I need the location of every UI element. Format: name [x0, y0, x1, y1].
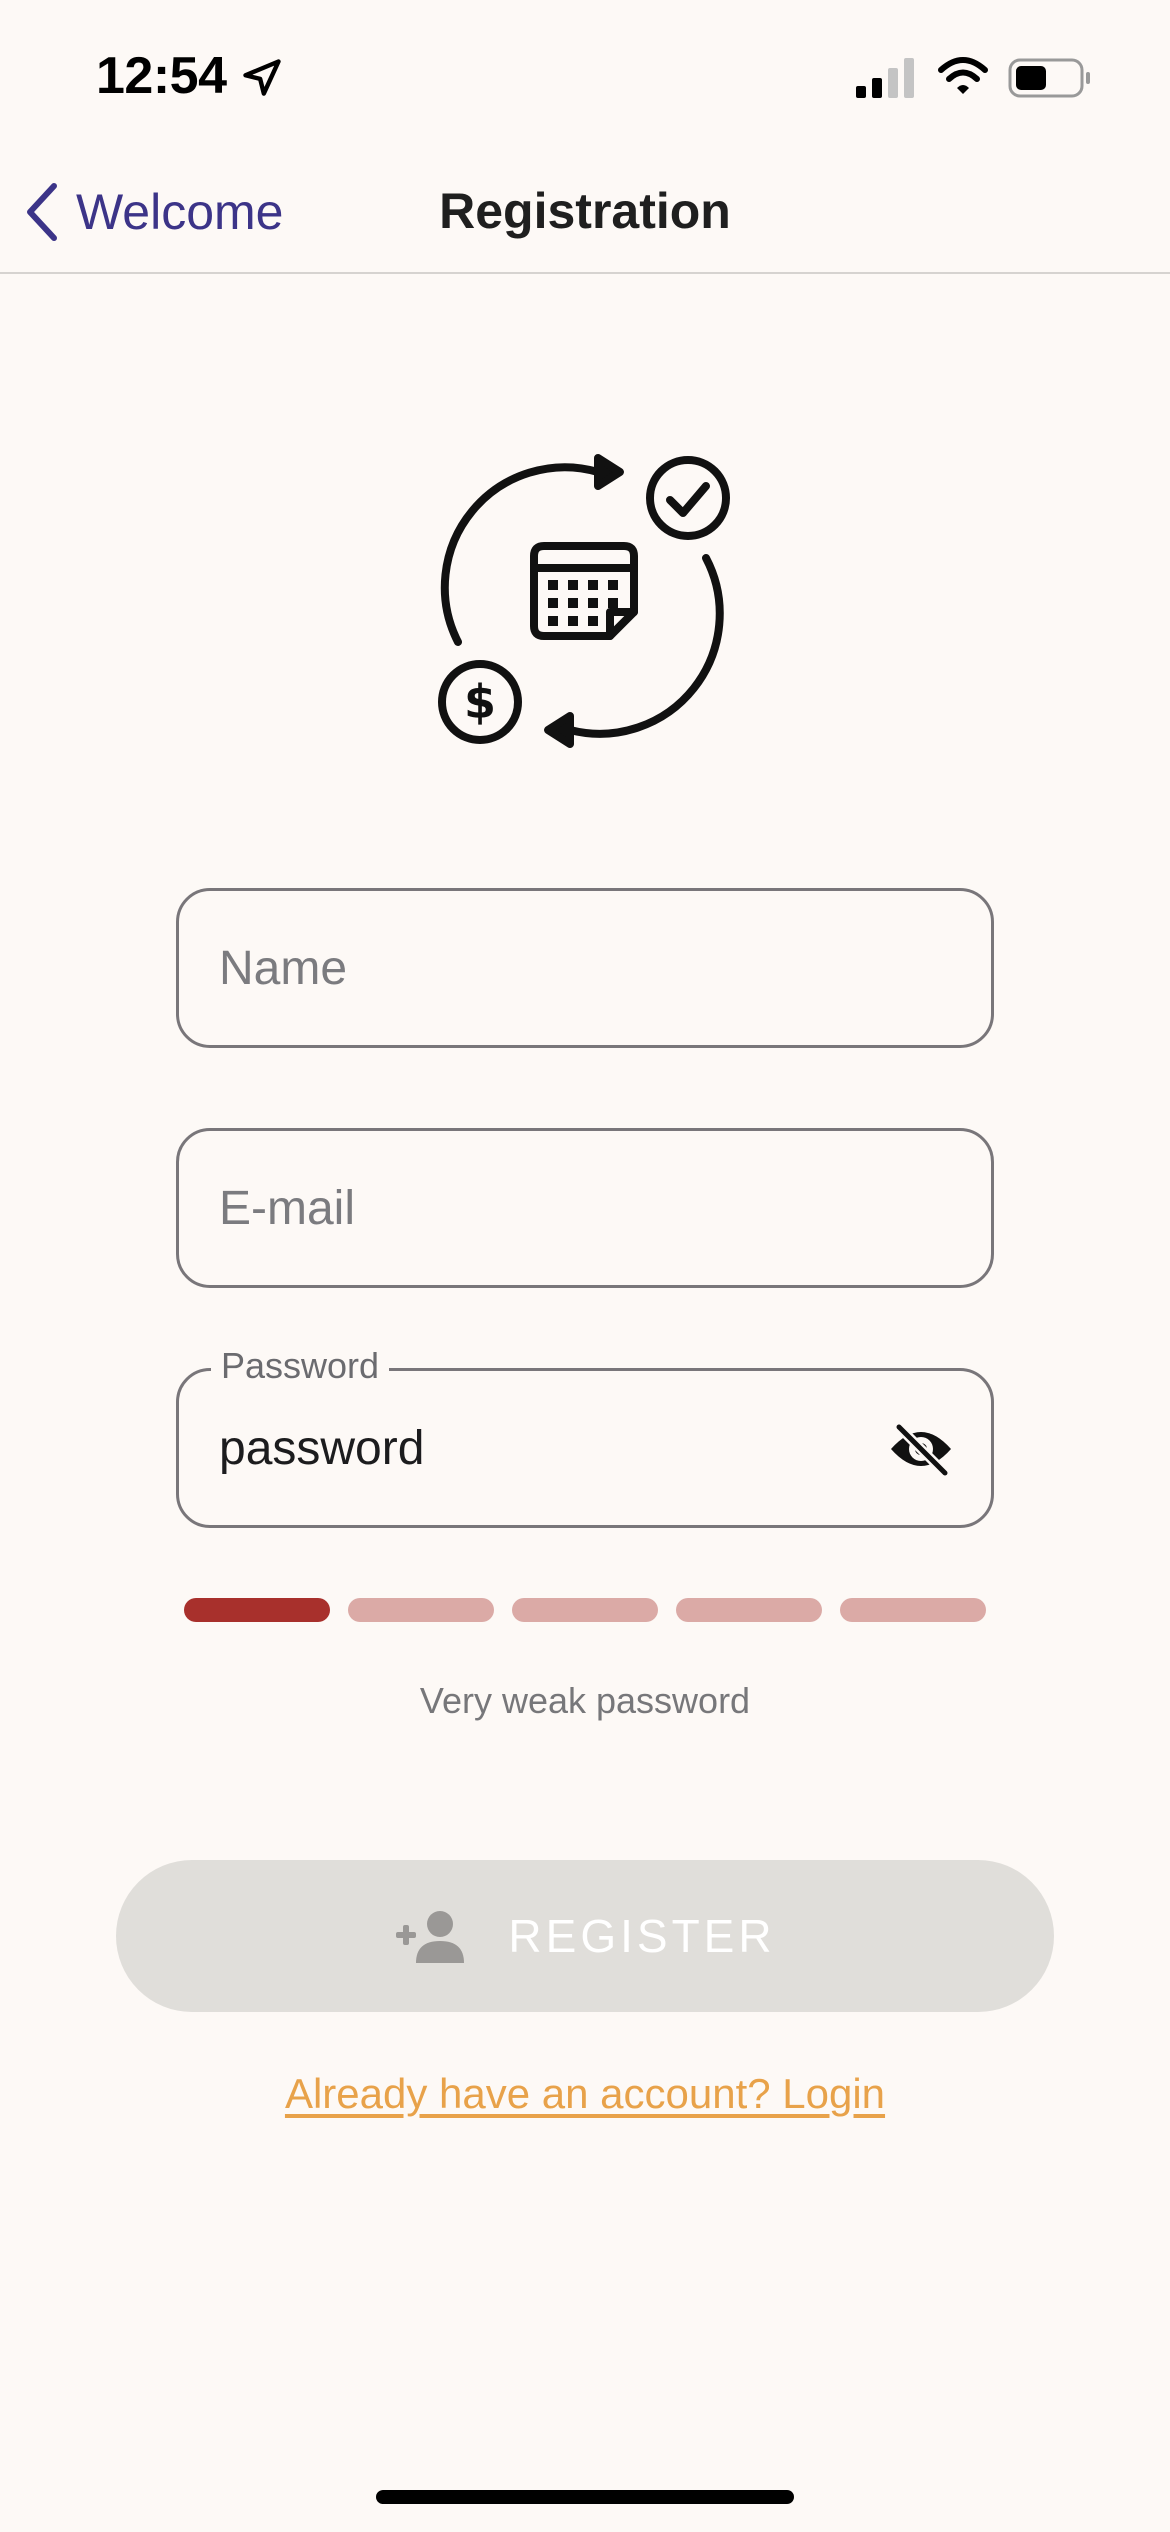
strength-segment [348, 1598, 494, 1622]
battery-icon [1008, 58, 1090, 98]
strength-segment [676, 1598, 822, 1622]
login-link[interactable]: Already have an account? Login [0, 2070, 1170, 2118]
strength-segment [184, 1598, 330, 1622]
email-field[interactable] [176, 1128, 994, 1288]
password-input[interactable] [219, 1371, 779, 1525]
password-field[interactable]: Password [176, 1345, 994, 1528]
calendar-cycle-payment-icon: $ [438, 454, 730, 748]
navigation-bar: Welcome Registration [0, 150, 1170, 274]
page-title: Registration [439, 183, 731, 239]
password-strength-meter [184, 1598, 986, 1622]
add-user-icon [396, 1911, 465, 1963]
name-input[interactable] [219, 891, 919, 1045]
register-button[interactable]: REGISTER [116, 1860, 1054, 2012]
register-label: REGISTER [508, 1910, 776, 1962]
strength-segment [840, 1598, 986, 1622]
home-indicator [376, 2490, 794, 2504]
name-field[interactable] [176, 888, 994, 1048]
eye-off-icon[interactable] [887, 1421, 955, 1477]
location-arrow-icon [243, 59, 281, 96]
status-time: 12:54 [96, 47, 227, 105]
email-input[interactable] [219, 1131, 919, 1285]
cellular-signal-icon [856, 58, 914, 98]
status-bar: 12:54 [0, 0, 1170, 150]
svg-text:$: $ [464, 675, 496, 729]
password-strength-text: Very weak password [419, 1680, 751, 1721]
strength-segment [512, 1598, 658, 1622]
wifi-icon [938, 57, 988, 94]
